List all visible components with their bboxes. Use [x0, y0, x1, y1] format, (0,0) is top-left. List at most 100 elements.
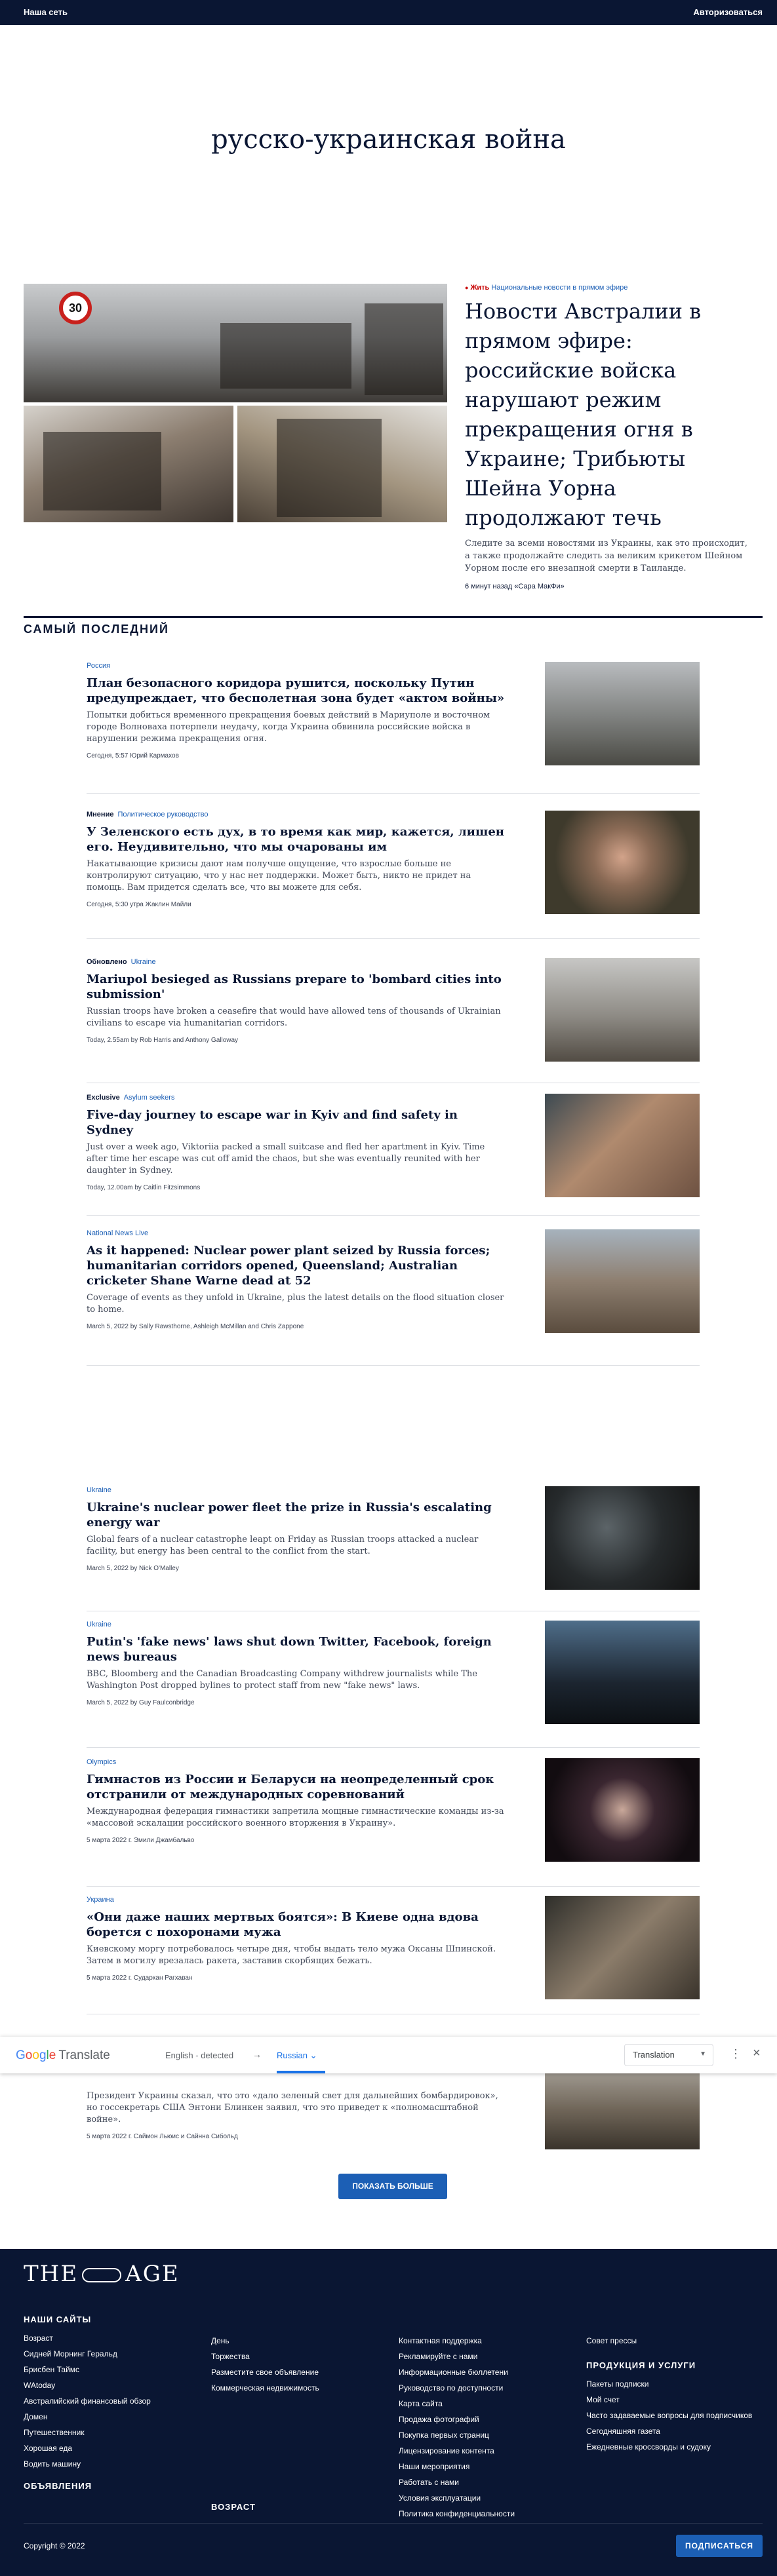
story-thumbnail[interactable]	[545, 1758, 700, 1862]
story-summary: Президент Украины сказал, что это «дало …	[87, 2091, 498, 2124]
story-thumbnail[interactable]	[545, 1621, 700, 1724]
story-section-link[interactable]: National News Live	[87, 1229, 148, 1237]
footer-link[interactable]: Лицензирование контента	[399, 2443, 576, 2459]
google-translate-bar: Google Translate English - detected → Rus…	[0, 2037, 777, 2073]
story-section-link[interactable]: Ukraine	[131, 958, 156, 966]
hero-image-collage[interactable]: 30	[24, 284, 447, 522]
story-section-link[interactable]: Политическое руководство	[117, 811, 208, 818]
footer-link[interactable]: Рекламируйте с нами	[399, 2349, 576, 2364]
hero-photo-damaged-building	[24, 406, 233, 522]
footer-link[interactable]: Совет прессы	[586, 2333, 763, 2349]
story-thumbnail[interactable]	[545, 958, 700, 1062]
login-link[interactable]: Авторизоваться	[693, 7, 763, 17]
translation-mode-select[interactable]: Translation ▼	[624, 2044, 713, 2066]
story-summary: Накатывающие кризисы дают нам получше ощ…	[87, 859, 471, 893]
source-language-tab[interactable]: English - detected	[165, 2050, 233, 2060]
the-age-logo[interactable]: THE AGE	[24, 2261, 180, 2287]
footer-link[interactable]: Сидней Морнинг Геральд	[24, 2346, 201, 2362]
story-thumbnail[interactable]	[545, 1896, 700, 1999]
more-options-icon[interactable]: ⋮	[730, 2047, 742, 2061]
footer-link[interactable]: Коммерческая недвижимость	[211, 2380, 388, 2396]
story-headline[interactable]: Five-day journey to escape war in Kyiv a…	[87, 1107, 506, 1138]
story-headline[interactable]: Ukraine's nuclear power fleet the prize …	[87, 1500, 506, 1530]
story-headline[interactable]: У Зеленского есть дух, в то время как ми…	[87, 824, 506, 855]
footer-link[interactable]: Руководство по доступности	[399, 2380, 576, 2396]
footer-link[interactable]: Карта сайта	[399, 2396, 576, 2412]
chevron-down-icon: ⌄	[309, 2050, 317, 2060]
story-label: Exclusive	[87, 1094, 120, 1102]
story-section-link[interactable]: Россия	[87, 662, 110, 670]
footer-link[interactable]: Наши мероприятия	[399, 2459, 576, 2474]
story-divider	[87, 938, 700, 939]
footer-link[interactable]: Контактная поддержка	[399, 2333, 576, 2349]
footer-link[interactable]: Австралийский финансовый обзор	[24, 2393, 201, 2409]
footer-link[interactable]: Хорошая еда	[24, 2440, 201, 2456]
story-summary: Just over a week ago, Viktoriia packed a…	[87, 1142, 485, 1176]
footer-heading[interactable]: ОБЪЯВЛЕНИЯ	[24, 2481, 201, 2491]
footer-link[interactable]: Ежедневные кроссворды и судоку	[586, 2439, 763, 2455]
story-section-link[interactable]: Ukraine	[87, 1486, 111, 1494]
footer-link[interactable]: Условия эксплуатации	[399, 2490, 576, 2506]
hero-headline[interactable]: Новости Австралии в прямом эфире: россий…	[465, 297, 753, 533]
active-tab-indicator	[277, 2071, 325, 2073]
hero-photo-apartment	[237, 406, 447, 522]
footer-link[interactable]: Продажа фотографий	[399, 2412, 576, 2427]
footer-link[interactable]: Торжества	[211, 2349, 388, 2364]
target-language-tab[interactable]: Russian ⌄	[277, 2050, 317, 2061]
hero-meta: 6 минут назад «Сара МакФи»	[465, 583, 565, 590]
story-headline[interactable]: «Они даже наших мертвых боятся»: В Киеве…	[87, 1910, 506, 1940]
section-divider	[24, 616, 763, 618]
story-headline[interactable]: План безопасного коридора рушится, поско…	[87, 676, 506, 706]
story-thumbnail[interactable]	[545, 811, 700, 914]
footer-link[interactable]: Мой счет	[586, 2392, 763, 2408]
story-thumbnail[interactable]	[545, 1486, 700, 1590]
our-network-link[interactable]: Наша сеть	[24, 7, 68, 17]
story-kicker: Обновлено Ukraine	[87, 958, 506, 966]
story-section-link[interactable]: Olympics	[87, 1758, 116, 1766]
footer-link[interactable]: Информационные бюллетени	[399, 2364, 576, 2380]
story-divider	[87, 1365, 700, 1366]
story-meta: March 5, 2022 by Guy Faulconbridge	[87, 1699, 195, 1706]
footer-link[interactable]: Домен	[24, 2409, 201, 2425]
story-label: Обновлено	[87, 958, 127, 966]
story-kicker: Россия	[87, 662, 506, 670]
footer-link[interactable]: Водить машину	[24, 2456, 201, 2472]
footer-link[interactable]: Часто задаваемые вопросы для подписчиков	[586, 2410, 763, 2421]
hero-article: Жить Национальные новости в прямом эфире…	[465, 284, 753, 590]
story-headline[interactable]: As it happened: Nuclear power plant seiz…	[87, 1243, 506, 1288]
footer-link[interactable]: Возраст	[24, 2330, 201, 2346]
story-thumbnail[interactable]	[545, 1229, 700, 1333]
arrow-right-icon: →	[252, 2049, 262, 2060]
story-headline[interactable]: Mariupol besieged as Russians prepare to…	[87, 972, 506, 1002]
footer-link[interactable]: Разместите свое объявление	[211, 2364, 388, 2380]
story-headline[interactable]: Гимнастов из России и Беларуси на неопре…	[87, 1772, 506, 1802]
subscribe-button[interactable]: ПОДПИСАТЬСЯ	[676, 2535, 763, 2557]
story-kicker: Ukraine	[87, 1621, 506, 1628]
story-headline[interactable]: Putin's 'fake news' laws shut down Twitt…	[87, 1634, 506, 1664]
story-kicker: National News Live	[87, 1229, 506, 1237]
footer-link[interactable]: Сегодняшняя газета	[586, 2423, 763, 2439]
close-icon[interactable]: ×	[753, 2046, 761, 2061]
footer-link[interactable]: День	[211, 2333, 388, 2349]
footer-heading: НАШИ САЙТЫ	[24, 2315, 92, 2324]
story-summary: Russian troops have broken a ceasefire t…	[87, 1007, 501, 1028]
footer-link[interactable]: Покупка первых страниц	[399, 2427, 576, 2443]
story-divider	[87, 793, 700, 794]
story-meta: Today, 2.55am by Rob Harris and Anthony …	[87, 1037, 239, 1044]
story-thumbnail[interactable]	[545, 662, 700, 765]
footer-heading[interactable]: ВОЗРАСТ	[211, 2502, 388, 2512]
story-section-link[interactable]: Asylum seekers	[124, 1094, 175, 1102]
footer-link[interactable]: WAtoday	[24, 2377, 201, 2393]
story-kicker: Мнение Политическое руководство	[87, 811, 506, 818]
story-section-link[interactable]: Ukraine	[87, 1621, 111, 1628]
story-section-link[interactable]: Украина	[87, 1896, 114, 1904]
story-thumbnail[interactable]	[545, 1094, 700, 1197]
show-more-button[interactable]: ПОКАЗАТЬ БОЛЬШЕ	[338, 2174, 447, 2199]
footer-link[interactable]: Пакеты подписки	[586, 2376, 763, 2392]
footer-link[interactable]: Путешественник	[24, 2425, 201, 2440]
footer-link[interactable]: Брисбен Таймс	[24, 2362, 201, 2377]
footer-link[interactable]: Политика конфиденциальности	[399, 2506, 576, 2522]
footer-link[interactable]: Работать с нами	[399, 2474, 576, 2490]
hero-section-link[interactable]: Национальные новости в прямом эфире	[491, 284, 628, 292]
story-label: Мнение	[87, 811, 114, 818]
